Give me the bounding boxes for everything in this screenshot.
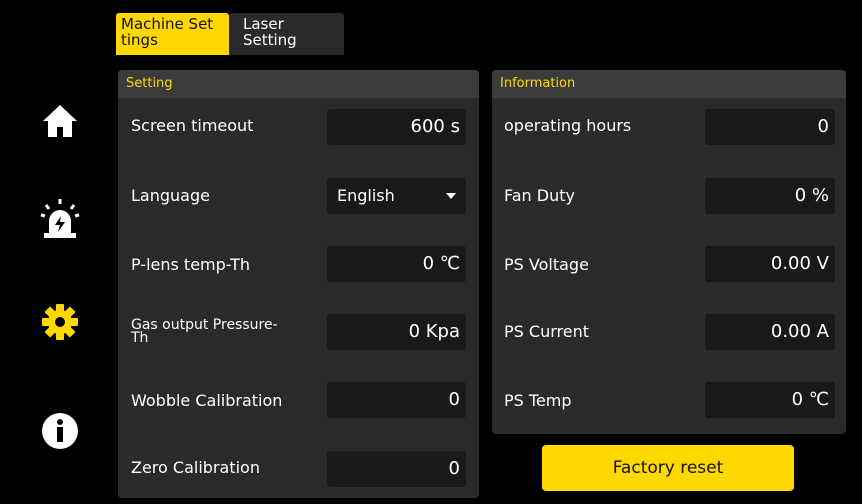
sidebar-item-info[interactable] [40, 411, 80, 451]
chevron-down-icon [446, 193, 456, 199]
factory-reset-button[interactable]: Factory reset [542, 445, 794, 491]
wobble-calibration-label: Wobble Calibration [131, 391, 283, 410]
zero-calibration-label: Zero Calibration [131, 458, 260, 477]
language-value: English [337, 186, 395, 205]
gas-pressure-input[interactable]: 0 Kpa [327, 314, 466, 350]
p-lens-temp-label: P-lens temp-Th [131, 255, 250, 274]
ps-current-value: 0.00 A [705, 314, 835, 350]
language-label: Language [131, 186, 210, 205]
ps-voltage-value: 0.00 V [705, 246, 835, 282]
gas-pressure-label-line1: Gas output Pressure- [131, 317, 278, 333]
sidebar-item-settings[interactable] [40, 302, 80, 342]
operating-hours-label: operating hours [504, 116, 632, 135]
zero-calibration-input[interactable]: 0 [327, 451, 466, 487]
gas-pressure-label: Gas output Pressure- Th [131, 317, 278, 346]
wobble-calibration-input[interactable]: 0 [327, 382, 466, 418]
language-select[interactable]: English [327, 178, 466, 214]
setting-panel-title: Setting [118, 70, 479, 98]
information-panel: Information operating hours 0 Fan Duty 0… [492, 70, 846, 434]
p-lens-temp-input[interactable]: 0 ℃ [327, 246, 466, 282]
sidebar-item-alarm[interactable] [40, 198, 80, 238]
alarm-icon [40, 199, 80, 238]
screen-timeout-input[interactable]: 600 s [327, 109, 466, 145]
tab-laser-setting[interactable]: Laser Setting [229, 13, 344, 55]
sidebar-item-home[interactable] [40, 101, 80, 141]
gas-pressure-label-line2: Th [131, 330, 149, 346]
ps-temp-label: PS Temp [504, 391, 572, 410]
info-icon [42, 413, 78, 449]
home-icon [43, 105, 77, 137]
gear-icon [42, 304, 78, 340]
ps-voltage-label: PS Voltage [504, 255, 589, 274]
fan-duty-value: 0 % [705, 178, 835, 214]
setting-panel: Setting Screen timeout 600 s Language En… [118, 70, 479, 498]
tab-label-line2: Setting [243, 31, 297, 49]
ps-current-label: PS Current [504, 322, 589, 341]
tab-label-line2: tings [121, 31, 158, 49]
tab-machine-settings[interactable]: Machine Set tings [116, 13, 229, 55]
fan-duty-label: Fan Duty [504, 186, 575, 205]
tab-label-line1: Laser [243, 15, 284, 33]
ps-temp-value: 0 ℃ [705, 382, 835, 418]
screen-timeout-label: Screen timeout [131, 116, 254, 135]
operating-hours-value: 0 [705, 109, 835, 145]
tab-label-line1: Machine Set [121, 15, 214, 33]
information-panel-title: Information [492, 70, 846, 98]
